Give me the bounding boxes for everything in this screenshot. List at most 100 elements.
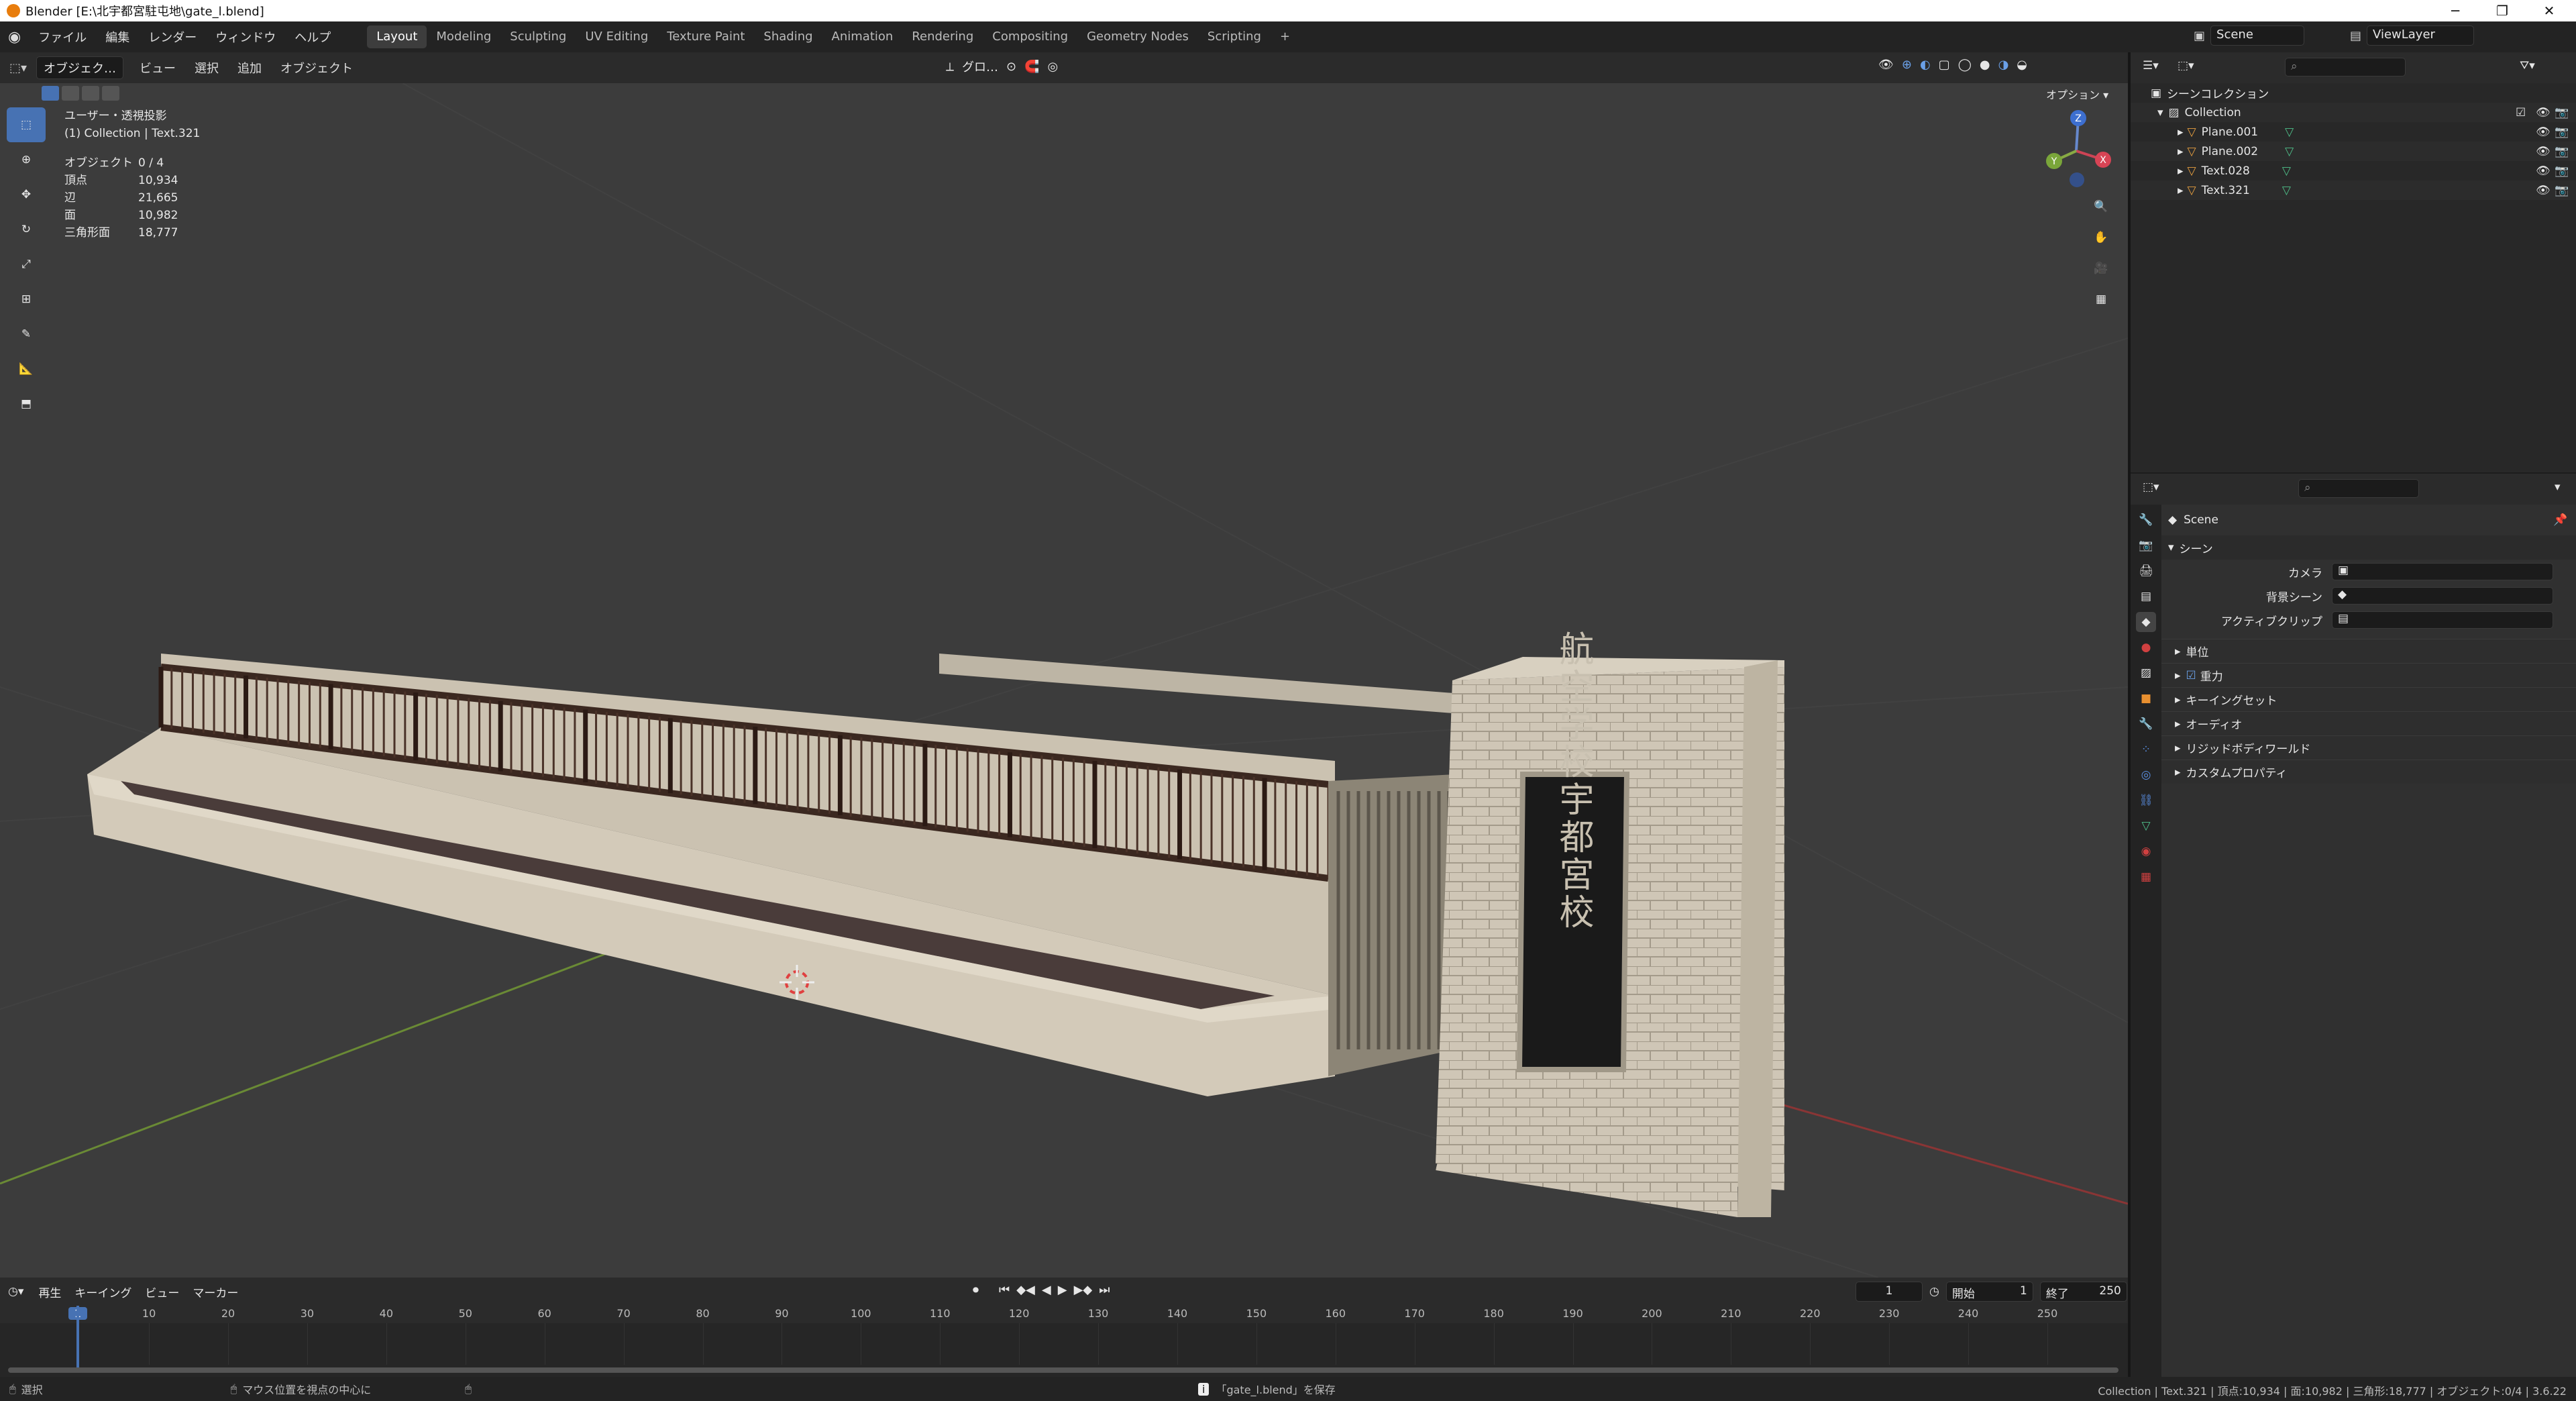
expand-arrow-icon[interactable]: ▸ xyxy=(2178,184,2184,197)
data-tab-icon[interactable]: ▽ xyxy=(2136,816,2156,836)
constraints-tab-icon[interactable]: ⛓ xyxy=(2136,790,2156,811)
tab-animation[interactable]: Animation xyxy=(822,25,903,48)
scene-tab-icon[interactable]: ◆ xyxy=(2136,612,2156,632)
tab-compositing[interactable]: Compositing xyxy=(983,25,1077,48)
panel-keying-sets[interactable]: ▸ キーイングセット xyxy=(2161,687,2576,711)
checkbox-icon[interactable]: ☑ xyxy=(2516,106,2526,119)
tab-uv-editing[interactable]: UV Editing xyxy=(576,25,657,48)
texture-tab-icon[interactable]: ▦ xyxy=(2136,867,2156,887)
rendered-shading-icon[interactable]: ◒ xyxy=(2017,58,2027,72)
camera-render-icon[interactable]: 📷 xyxy=(2555,125,2569,139)
mode-selector[interactable]: オブジェク… xyxy=(36,56,124,79)
timeline[interactable]: 1102030405060708090100110120130140150160… xyxy=(0,1306,2128,1377)
play-icon[interactable]: ▶ xyxy=(1058,1283,1067,1297)
select-new-icon[interactable] xyxy=(42,86,59,101)
outliner-item[interactable]: ▸ ▽ Plane.001 ▽ 👁 📷 xyxy=(2131,122,2576,142)
outliner-item[interactable]: ▸ ▽ Text.321 ▽ 👁 📷 xyxy=(2131,180,2576,200)
outliner-search-input[interactable]: ⌕ xyxy=(2285,58,2406,76)
add-workspace-button[interactable]: + xyxy=(1271,25,1299,48)
material-tab-icon[interactable]: ◉ xyxy=(2136,841,2156,862)
transform-tool-icon[interactable]: ⊞ xyxy=(7,282,46,317)
3d-viewport[interactable]: 航空学校宇都宮校 ⬚ ⊕ ✥ ↻ ⤢ ⊞ ✎ 📐 ⬒ ユーザー・透視投影 (1)… xyxy=(0,83,2128,1278)
menu-keying[interactable]: キーイング xyxy=(68,1284,138,1300)
gravity-checkbox-icon[interactable]: ☑ xyxy=(2186,669,2196,682)
close-button[interactable]: ✕ xyxy=(2529,0,2569,21)
minimize-button[interactable]: ─ xyxy=(2435,0,2475,21)
tab-layout[interactable]: Layout xyxy=(367,25,427,48)
tool-tab-icon[interactable]: 🔧 xyxy=(2136,510,2156,530)
eye-icon[interactable]: 👁 xyxy=(2536,164,2551,178)
tab-sculpting[interactable]: Sculpting xyxy=(500,25,576,48)
outliner-editor-icon[interactable]: ☰▾ xyxy=(2143,59,2159,72)
particles-tab-icon[interactable]: ⁘ xyxy=(2136,739,2156,760)
rotate-tool-icon[interactable]: ↻ xyxy=(7,212,46,247)
properties-search-input[interactable]: ⌕ xyxy=(2298,479,2419,498)
measure-tool-icon[interactable]: 📐 xyxy=(7,352,46,386)
start-frame-field[interactable]: 開始 1 xyxy=(1945,1282,2033,1302)
options-dropdown[interactable]: オプション ▾ xyxy=(2046,86,2108,102)
playhead[interactable] xyxy=(76,1306,79,1370)
camera-field[interactable]: ▣ xyxy=(2332,563,2553,580)
transform-orientation-selector[interactable]: グロ… xyxy=(962,58,998,75)
view-layer-selector[interactable]: ViewLayer xyxy=(2367,25,2475,46)
eye-icon[interactable]: 👁 xyxy=(2536,106,2551,119)
menu-render[interactable]: レンダー xyxy=(139,28,206,46)
panel-gravity[interactable]: ▸ ☑ 重力 xyxy=(2161,663,2576,687)
render-tab-icon[interactable]: 📷 xyxy=(2136,535,2156,556)
solid-shading-icon[interactable]: ● xyxy=(1980,58,1990,72)
select-box-tool-icon[interactable]: ⬚ xyxy=(7,107,46,142)
xray-icon[interactable]: ▢ xyxy=(1939,58,1950,72)
visibility-icon[interactable]: 👁 xyxy=(1878,58,1894,72)
gizmo-toggle-icon[interactable]: ⊕ xyxy=(1902,58,1912,72)
output-tab-icon[interactable]: 🖨 xyxy=(2136,561,2156,581)
camera-render-icon[interactable]: 📷 xyxy=(2555,164,2569,178)
properties-editor-icon[interactable]: ⬚▾ xyxy=(2143,480,2159,494)
camera-render-icon[interactable]: 📷 xyxy=(2555,184,2569,197)
camera-view-icon[interactable]: 🎥 xyxy=(2086,254,2116,283)
jump-end-icon[interactable]: ⏭ xyxy=(1099,1283,1110,1297)
next-keyframe-icon[interactable]: ▶◆ xyxy=(1074,1283,1093,1297)
scene-selector[interactable]: Scene xyxy=(2210,25,2305,46)
move-tool-icon[interactable]: ✥ xyxy=(7,177,46,212)
perspective-toggle-icon[interactable]: ▦ xyxy=(2086,284,2116,314)
panel-custom-properties[interactable]: ▸ カスタムプロパティ xyxy=(2161,760,2576,784)
expand-arrow-icon[interactable]: ▾ xyxy=(2157,106,2163,119)
wireframe-shading-icon[interactable]: ◯ xyxy=(1958,58,1972,72)
scene-section-header[interactable]: ▾ シーン xyxy=(2161,535,2576,560)
panel-rigid-body-world[interactable]: ▸ リジッドボディワールド xyxy=(2161,735,2576,760)
physics-tab-icon[interactable]: ◎ xyxy=(2136,765,2156,785)
annotate-tool-icon[interactable]: ✎ xyxy=(7,317,46,352)
pivot-icon[interactable]: ⊙ xyxy=(1006,60,1016,74)
menu-playback[interactable]: 再生 xyxy=(32,1284,68,1300)
snap-icon[interactable]: 🧲 xyxy=(1024,60,1039,74)
scale-tool-icon[interactable]: ⤢ xyxy=(7,247,46,282)
active-clip-field[interactable]: ▤ xyxy=(2332,611,2553,629)
restore-button[interactable]: ❐ xyxy=(2482,0,2522,21)
eye-icon[interactable]: 👁 xyxy=(2536,184,2551,197)
current-frame-field[interactable]: 1 xyxy=(1856,1282,1923,1302)
panel-audio[interactable]: ▸ オーディオ xyxy=(2161,711,2576,735)
object-tab-icon[interactable]: ■ xyxy=(2136,688,2156,709)
outliner-item[interactable]: ▸ ▽ Plane.002 ▽ 👁 📷 xyxy=(2131,142,2576,161)
material-shading-icon[interactable]: ◑ xyxy=(1998,58,2009,72)
properties-options-icon[interactable]: ▾ xyxy=(2555,480,2561,494)
tab-texture-paint[interactable]: Texture Paint xyxy=(657,25,754,48)
pin-icon[interactable]: 📌 xyxy=(2553,513,2567,527)
add-cube-tool-icon[interactable]: ⬒ xyxy=(7,386,46,421)
tab-rendering[interactable]: Rendering xyxy=(902,25,983,48)
play-reverse-icon[interactable]: ◀ xyxy=(1042,1283,1051,1297)
tab-modeling[interactable]: Modeling xyxy=(427,25,500,48)
proportional-edit-icon[interactable]: ◎ xyxy=(1048,60,1059,74)
timeline-editor-icon[interactable]: ◷▾ xyxy=(0,1285,32,1298)
record-icon[interactable]: ⏺ xyxy=(973,1283,979,1297)
pan-hand-icon[interactable]: ✋ xyxy=(2086,223,2116,252)
tab-geometry-nodes[interactable]: Geometry Nodes xyxy=(1077,25,1198,48)
menu-select[interactable]: 選択 xyxy=(185,59,228,76)
view-layer-tab-icon[interactable]: ▤ xyxy=(2136,586,2156,607)
menu-add[interactable]: 追加 xyxy=(228,59,271,76)
menu-view[interactable]: ビュー xyxy=(130,59,185,76)
overlay-toggle-icon[interactable]: ◐ xyxy=(1920,58,1931,72)
timeline-scrollbar[interactable] xyxy=(8,1367,2118,1373)
prev-keyframe-icon[interactable]: ◆◀ xyxy=(1016,1283,1035,1297)
expand-arrow-icon[interactable]: ▸ xyxy=(2178,145,2184,158)
